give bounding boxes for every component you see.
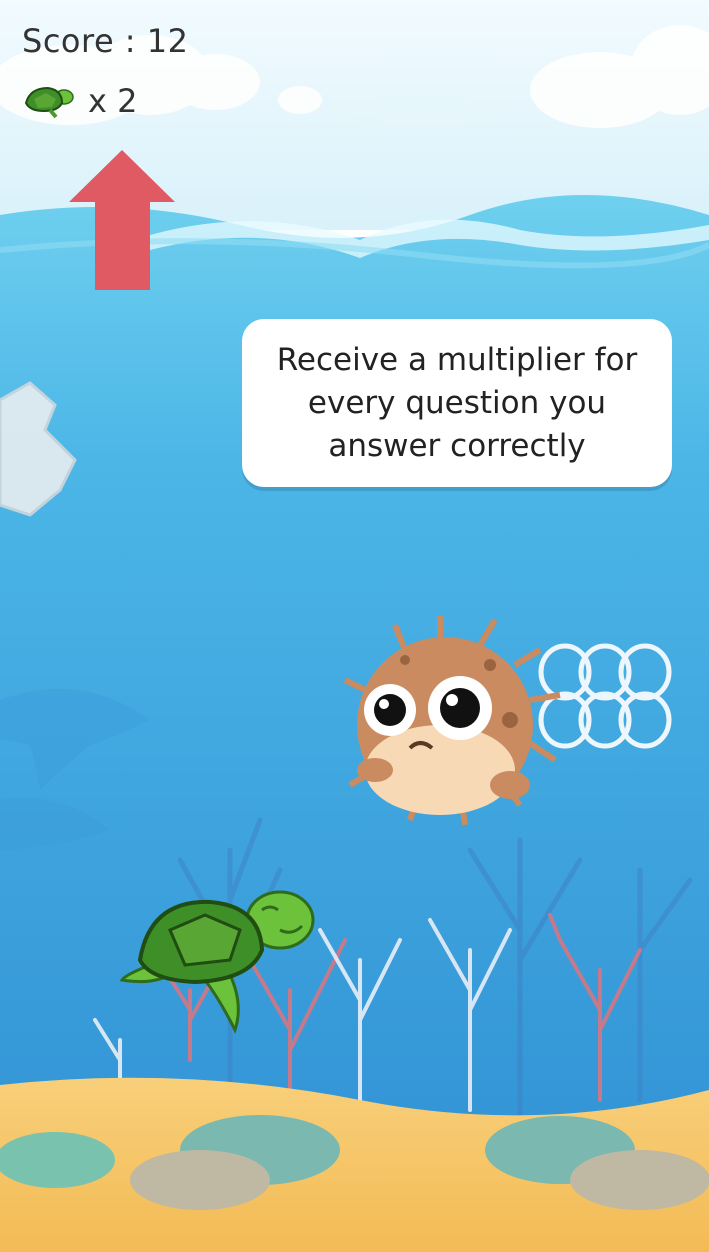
lives-count: x 2 [88, 82, 138, 120]
tutorial-tooltip: Receive a multiplier for every question … [242, 319, 672, 487]
tooltip-text: Receive a multiplier for every question … [276, 341, 638, 464]
score-label: Score : 12 [22, 22, 189, 60]
lives-indicator: x 2 [20, 82, 137, 120]
turtle-icon [24, 86, 74, 119]
game-scene [0, 0, 709, 1252]
